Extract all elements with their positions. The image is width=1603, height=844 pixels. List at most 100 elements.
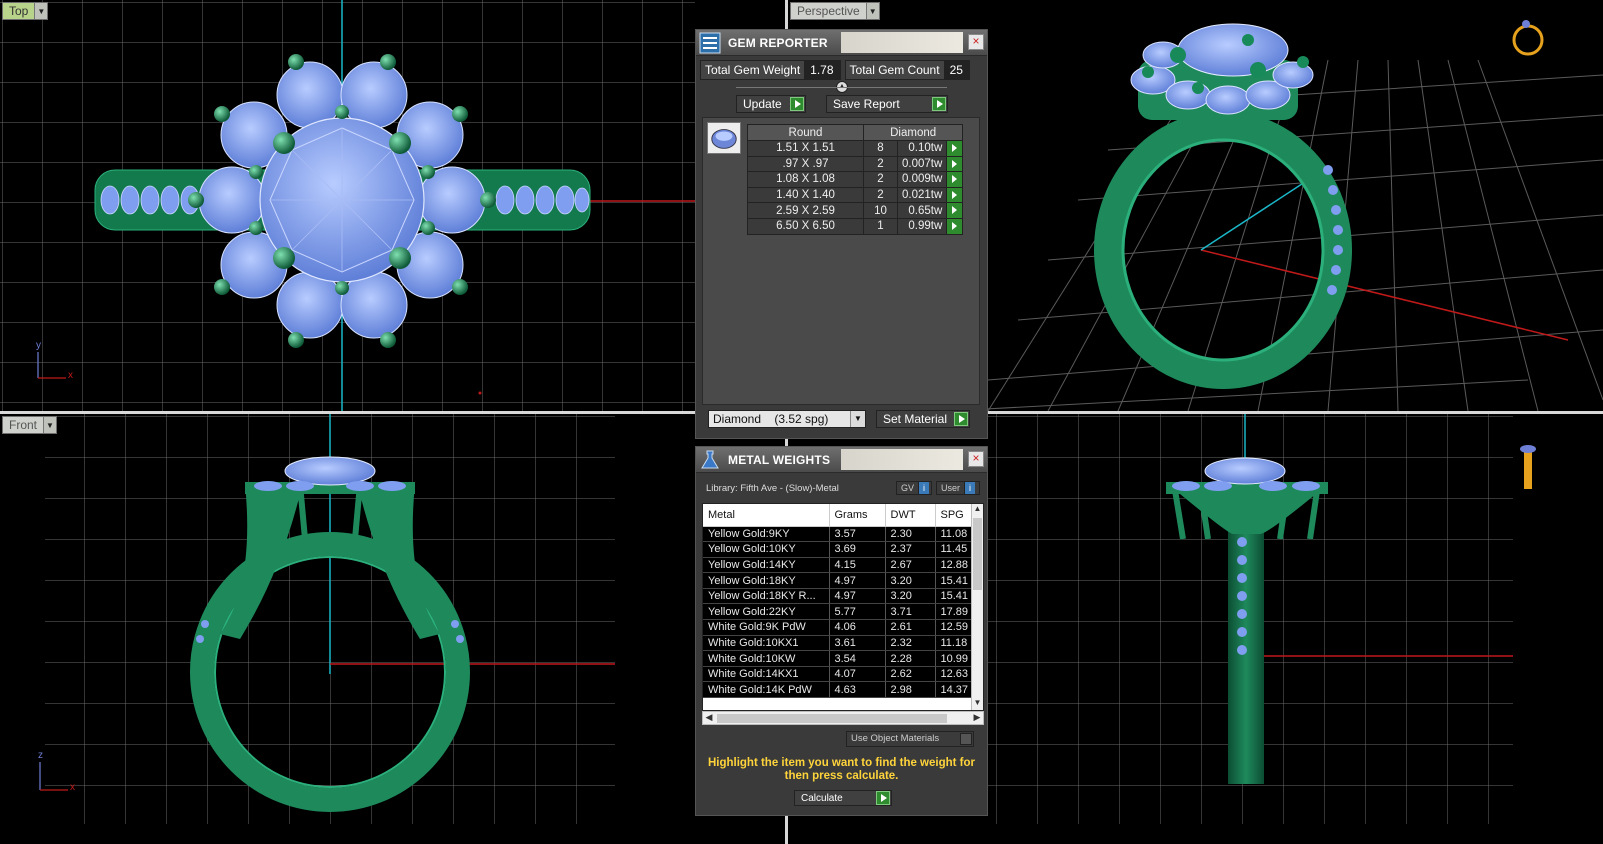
select-arrow-icon[interactable] <box>946 217 964 235</box>
dwt-header[interactable]: DWT <box>885 504 936 527</box>
horizontal-scrollbar[interactable]: ◀ ▶ <box>702 711 984 725</box>
metal-name: Yellow Gold:9KY <box>703 526 830 543</box>
gem-size: 6.50 X 6.50 <box>747 217 864 235</box>
chevron-down-icon[interactable]: ▼ <box>34 3 48 19</box>
scroll-left-icon[interactable]: ◀ <box>703 712 715 723</box>
gem-row[interactable]: 1.40 X 1.40 2 0.021tw <box>747 186 964 204</box>
toggle-icon <box>960 733 972 745</box>
round-gem-icon[interactable] <box>707 122 741 154</box>
metal-name: Yellow Gold:22KY <box>703 603 830 621</box>
gem-size: 1.51 X 1.51 <box>747 140 864 157</box>
viewport-front[interactable]: z x Front ▼ <box>0 414 695 844</box>
grams-header[interactable]: Grams <box>829 504 886 527</box>
table-row[interactable]: Yellow Gold:18KY R... 4.97 3.20 15.41 <box>703 588 972 605</box>
metal-table-container[interactable]: Metal Grams DWT SPG Yellow Gold:9KY 3.57 2… <box>702 503 984 711</box>
metal-library-label: Library: Fifth Ave - (Slow)-Metal <box>706 483 839 494</box>
metal-dwt: 2.32 <box>885 635 936 652</box>
total-gem-count: Total Gem Count 25 <box>844 60 970 80</box>
gem-size: .97 X .97 <box>747 155 864 173</box>
metal-grams: 4.15 <box>829 557 886 574</box>
gem-row[interactable]: 6.50 X 6.50 1 0.99tw <box>747 217 964 235</box>
select-arrow-icon[interactable] <box>946 140 964 157</box>
gem-row[interactable]: 2.59 X 2.59 10 0.65tw <box>747 202 964 219</box>
gem-count: 2 <box>863 171 898 188</box>
table-row[interactable]: Yellow Gold:18KY 4.97 3.20 15.41 <box>703 572 972 589</box>
axis-z-label: z <box>38 750 43 761</box>
table-row[interactable]: White Gold:14KX1 4.07 2.62 12.63 <box>703 666 972 683</box>
set-material-button[interactable]: Set Material <box>876 410 970 428</box>
chevron-down-icon[interactable]: ▼ <box>43 417 57 433</box>
table-row[interactable]: Yellow Gold:22KY 5.77 3.71 17.89 <box>703 603 972 621</box>
panel-title: METAL WEIGHTS <box>728 452 831 467</box>
close-button[interactable]: × <box>968 451 984 467</box>
metal-spg: 12.88 <box>935 557 972 574</box>
select-arrow-icon[interactable] <box>946 186 964 204</box>
calculate-button[interactable]: Calculate <box>794 790 892 806</box>
metal-table: Metal Grams DWT SPG Yellow Gold:9KY 3.57 2… <box>703 504 972 699</box>
metal-header[interactable]: Metal <box>703 504 830 527</box>
metal-weights-panel: METAL WEIGHTS × Library: Fifth Ave - (Sl… <box>695 446 988 816</box>
gem-reporter-panel: GEM REPORTER × Total Gem Weight 1.78 Tot… <box>695 29 988 439</box>
gem-row[interactable]: 1.08 X 1.08 2 0.009tw <box>747 171 964 188</box>
viewport-right[interactable] <box>988 414 1603 844</box>
gem-row[interactable]: .97 X .97 2 0.007tw <box>747 155 964 173</box>
total-gem-weight: Total Gem Weight 1.78 <box>700 60 841 80</box>
axis-x-label: x <box>70 782 75 793</box>
metal-grams: 4.07 <box>829 666 886 683</box>
metal-spg: 11.18 <box>935 635 972 652</box>
scroll-thumb[interactable] <box>717 714 947 723</box>
gem-reporter-titlebar[interactable]: GEM REPORTER × <box>696 30 987 56</box>
spg-header[interactable]: SPG <box>935 504 972 527</box>
metal-name: Yellow Gold:14KY <box>703 557 830 574</box>
total-gem-weight-label: Total Gem Weight <box>705 63 801 77</box>
metal-dwt: 3.71 <box>885 603 936 621</box>
chevron-down-icon[interactable]: ▼ <box>865 3 879 19</box>
scroll-thumb[interactable] <box>973 518 982 590</box>
table-row[interactable]: White Gold:10KW 3.54 2.28 10.99 <box>703 650 972 667</box>
metal-grams: 4.97 <box>829 588 886 605</box>
viewport-top-menu[interactable]: Top ▼ <box>2 2 49 20</box>
gem-count: 2 <box>863 155 898 173</box>
metal-spg: 14.37 <box>935 681 972 699</box>
gem-row[interactable]: 1.51 X 1.51 8 0.10tw <box>747 140 964 157</box>
scroll-right-icon[interactable]: ▶ <box>971 712 983 723</box>
metal-name: White Gold:9K PdW <box>703 619 830 636</box>
table-row[interactable]: Yellow Gold:10KY 3.69 2.37 11.45 <box>703 541 972 558</box>
viewport-perspective-menu[interactable]: Perspective ▼ <box>790 2 880 20</box>
update-button[interactable]: Update <box>736 95 806 113</box>
save-report-button[interactable]: Save Report <box>826 95 948 113</box>
metal-name: Yellow Gold:10KY <box>703 541 830 558</box>
table-row[interactable]: Yellow Gold:9KY 3.57 2.30 11.08 <box>703 526 972 543</box>
scroll-down-icon[interactable]: ▼ <box>972 698 983 710</box>
select-arrow-icon[interactable] <box>946 202 964 219</box>
select-arrow-icon[interactable] <box>946 155 964 173</box>
select-arrow-icon[interactable] <box>946 171 964 188</box>
metal-name: White Gold:10KX1 <box>703 635 830 652</box>
table-row[interactable]: White Gold:14K PdW 4.63 2.98 14.37 <box>703 681 972 699</box>
gem-report-icon <box>699 32 721 53</box>
metal-dwt: 2.30 <box>885 526 936 543</box>
user-toggle[interactable]: User i <box>936 481 980 495</box>
metal-spg: 12.59 <box>935 619 972 636</box>
metal-grams: 3.54 <box>829 650 886 667</box>
chevron-down-icon[interactable]: ▼ <box>850 411 865 427</box>
table-row[interactable]: Yellow Gold:14KY 4.15 2.67 12.88 <box>703 557 972 574</box>
metal-grams: 3.61 <box>829 635 886 652</box>
material-select[interactable]: Diamond (3.52 spg) ▼ <box>708 410 866 428</box>
material-select-value: Diamond (3.52 spg) <box>713 412 829 426</box>
use-object-materials-toggle[interactable]: Use Object Materials <box>846 731 974 747</box>
vertical-scrollbar[interactable]: ▲ ▼ <box>971 504 983 710</box>
flask-icon <box>701 450 719 468</box>
metal-weights-titlebar[interactable]: METAL WEIGHTS × <box>696 447 987 473</box>
gv-toggle[interactable]: GV i <box>896 481 932 495</box>
table-row[interactable]: White Gold:10KX1 3.61 2.32 11.18 <box>703 635 972 652</box>
scroll-up-icon[interactable]: ▲ <box>972 504 983 516</box>
table-row[interactable]: White Gold:9K PdW 4.06 2.61 12.59 <box>703 619 972 636</box>
top-view-scene <box>0 0 695 411</box>
metal-spg: 11.08 <box>935 526 972 543</box>
viewport-front-menu[interactable]: Front ▼ <box>2 416 58 434</box>
viewport-top[interactable]: y x Top ▼ <box>0 0 695 411</box>
viewport-perspective-label: Perspective <box>791 3 866 19</box>
title-gradient <box>841 32 963 53</box>
close-button[interactable]: × <box>968 34 984 50</box>
